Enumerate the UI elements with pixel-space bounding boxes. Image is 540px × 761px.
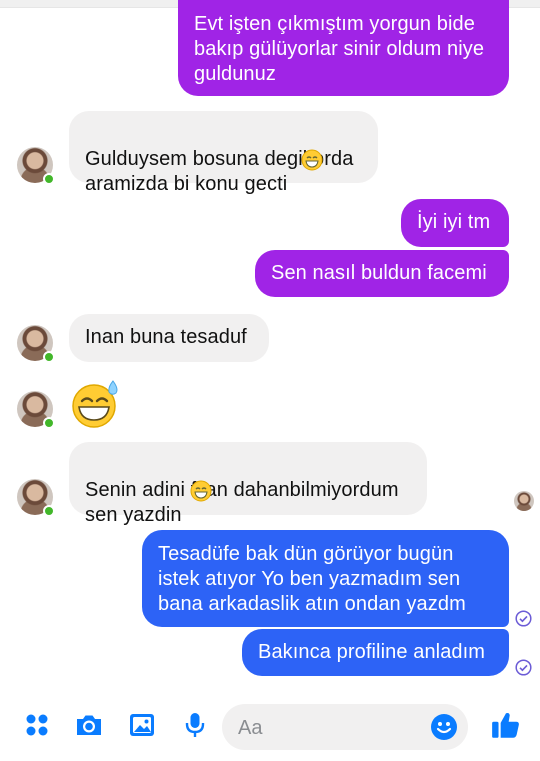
sent-check-icon [515,659,532,676]
seen-avatar [514,491,534,511]
contact-avatar[interactable] [17,147,55,185]
grinning-emoji-icon [301,149,323,171]
incoming-message[interactable]: Gulduysem bosuna degil orda aramizda bi … [69,111,378,195]
incoming-message[interactable]: Inan buna tesaduf [69,314,269,362]
online-indicator [43,173,55,185]
gallery-icon[interactable] [127,710,157,740]
outgoing-message[interactable]: Tesadüfe bak dün görüyor bugün istek atı… [142,530,509,627]
message-input[interactable]: Aa [222,704,468,750]
contact-avatar[interactable] [17,391,55,429]
message-text: Senin adini filan dahanbilmiyordum sen y… [85,479,399,526]
online-indicator [43,505,55,517]
online-indicator [43,417,55,429]
menu-icon[interactable] [22,710,52,740]
microphone-icon[interactable] [180,710,210,740]
sent-check-icon [515,610,532,627]
contact-avatar[interactable] [17,479,55,517]
contact-avatar[interactable] [17,325,55,363]
camera-icon[interactable] [74,710,104,740]
outgoing-message[interactable]: İyi iyi tm [401,199,509,247]
message-input-placeholder: Aa [238,717,263,739]
thumbs-up-icon[interactable] [490,709,522,741]
outgoing-message[interactable]: Sen nasıl buldun facemi [255,250,509,297]
grinning-sweat-emoji-icon[interactable] [70,379,120,429]
grinning-emoji-icon [190,480,212,502]
outgoing-message[interactable]: Bakınca profiline anladım [242,629,509,676]
online-indicator [43,351,55,363]
message-composer: Aa [0,696,540,761]
outgoing-message[interactable]: Evt işten çıkmıştım yorgun bide bakıp gü… [178,0,509,96]
incoming-message[interactable]: Senin adini filan dahanbilmiyordum sen y… [69,442,427,526]
smile-icon[interactable] [430,713,458,741]
